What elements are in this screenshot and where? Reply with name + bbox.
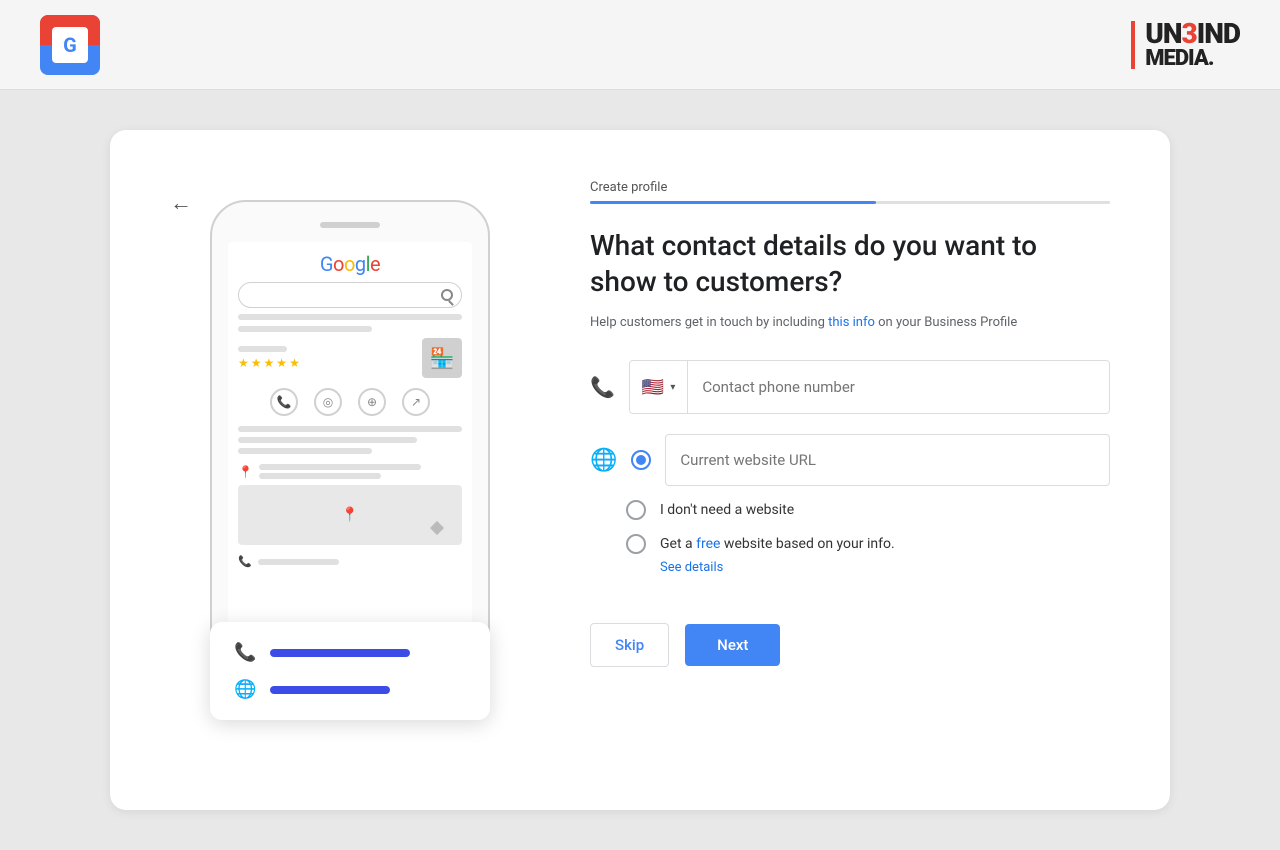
country-dropdown-arrow: ▾ [670, 382, 675, 393]
no-website-label: I don't need a website [660, 502, 794, 518]
bottom-card-website-row: 🌐 [234, 679, 466, 700]
action-icon-share: ↗ [402, 388, 430, 416]
back-arrow[interactable]: ← [170, 190, 192, 216]
star-1: ★ [238, 356, 249, 370]
form-title: What contact details do you want to show… [590, 228, 1110, 301]
globe-icon: 🌐 [590, 448, 617, 473]
brand-name-line1: UN3IND [1145, 20, 1240, 48]
bottom-card-globe-icon: 🌐 [234, 679, 256, 700]
mock-line-3 [238, 346, 287, 352]
phone-mockup: Google ★ ★ ★ [210, 200, 490, 690]
mock-line-2 [238, 326, 372, 332]
phone-speaker [320, 222, 380, 228]
location-row: 📍 [238, 464, 462, 479]
gmb-icon: G [40, 15, 100, 75]
brand-name-line2: MEDIA. [1145, 48, 1240, 70]
mock-line-9 [258, 559, 340, 565]
phone-field-row: 📞 🇺🇸 ▾ [590, 360, 1110, 414]
mock-line-6 [238, 448, 372, 454]
map-area-mock: 📍 [238, 485, 462, 545]
form-subtitle: Help customers get in touch by including… [590, 313, 1110, 333]
star-3: ★ [264, 356, 275, 370]
map-pin-icon: 📍 [341, 507, 358, 523]
bottom-card-phone-icon: 📞 [234, 642, 256, 663]
free-website-link[interactable]: free [696, 536, 720, 552]
country-selector[interactable]: 🇺🇸 ▾ [630, 361, 688, 413]
phone-mock-row: 📞 [238, 555, 462, 568]
google-logo-mock: Google [238, 252, 462, 276]
subtitle-link[interactable]: this info [828, 315, 875, 330]
action-icon-nav: ◎ [314, 388, 342, 416]
phone-screen: Google ★ ★ ★ [228, 242, 472, 668]
main-content: ← Google ★ [0, 90, 1280, 850]
left-panel: ← Google ★ [170, 180, 530, 760]
see-details-link[interactable]: See details [626, 560, 1110, 575]
website-url-row: 🌐 [590, 434, 1110, 486]
no-website-row: I don't need a website [590, 500, 1110, 520]
stars-rating-row: ★ ★ ★ ★ ★ 🏪 [238, 338, 462, 378]
star-4: ★ [276, 356, 287, 370]
website-section: 🌐 I don't need a website Get a free webs… [590, 434, 1110, 575]
action-icon-save: ⊕ [358, 388, 386, 416]
phone-number-input[interactable] [688, 361, 1109, 413]
phone-field-icon: 📞 [590, 375, 615, 399]
action-icon-phone: 📞 [270, 388, 298, 416]
website-url-input[interactable] [665, 434, 1110, 486]
phone-bottom-card: 📞 🌐 [210, 622, 490, 720]
mock-line-1 [238, 314, 462, 320]
skip-button[interactable]: Skip [590, 623, 669, 667]
right-panel: Create profile What contact details do y… [590, 180, 1110, 760]
brand-media-text: MEDIA [1145, 46, 1208, 71]
location-pin: 📍 [238, 465, 253, 479]
mock-content-block [238, 426, 462, 454]
search-bar-mock [238, 282, 462, 308]
step-progress-bar [590, 201, 1110, 204]
free-website-label-row: Get a free website based on your info. [626, 534, 1110, 554]
website-radio-selected[interactable] [631, 450, 651, 470]
no-website-radio[interactable] [626, 500, 646, 520]
topbar-logo: G [40, 15, 100, 75]
free-website-row: Get a free website based on your info. S… [590, 534, 1110, 575]
search-icon-mock [441, 289, 453, 301]
mock-line-7 [259, 464, 421, 470]
step-label: Create profile [590, 180, 1110, 195]
step-header: Create profile [590, 180, 1110, 204]
free-website-text: Get a free website based on your info. [660, 536, 895, 552]
free-website-radio[interactable] [626, 534, 646, 554]
mock-line-8 [259, 473, 381, 479]
stars: ★ ★ ★ ★ ★ [238, 356, 300, 370]
next-button[interactable]: Next [685, 624, 780, 666]
brand-dot: . [1208, 46, 1214, 71]
step-progress-fill [590, 201, 876, 204]
bottom-card-phone-line [270, 649, 410, 657]
store-thumbnail: 🏪 [422, 338, 462, 378]
star-2: ★ [251, 356, 262, 370]
bottom-card-website-line [270, 686, 390, 694]
brand-red-line [1131, 21, 1135, 69]
star-5: ★ [289, 356, 300, 370]
action-icons-row: 📞 ◎ ⊕ ↗ [238, 388, 462, 416]
brand-logo: UN3IND MEDIA. [1131, 20, 1240, 70]
button-row: Skip Next [590, 623, 1110, 667]
gmb-g-letter: G [52, 27, 88, 63]
topbar: G UN3IND MEDIA. [0, 0, 1280, 90]
bottom-card-phone-row: 📞 [234, 642, 466, 663]
mock-line-4 [238, 426, 462, 432]
mock-line-5 [238, 437, 417, 443]
phone-input-group: 🇺🇸 ▾ [629, 360, 1110, 414]
map-diamond [430, 521, 444, 535]
main-card: ← Google ★ [110, 130, 1170, 810]
store-icon: 🏪 [430, 346, 455, 370]
country-flag: 🇺🇸 [642, 377, 664, 398]
